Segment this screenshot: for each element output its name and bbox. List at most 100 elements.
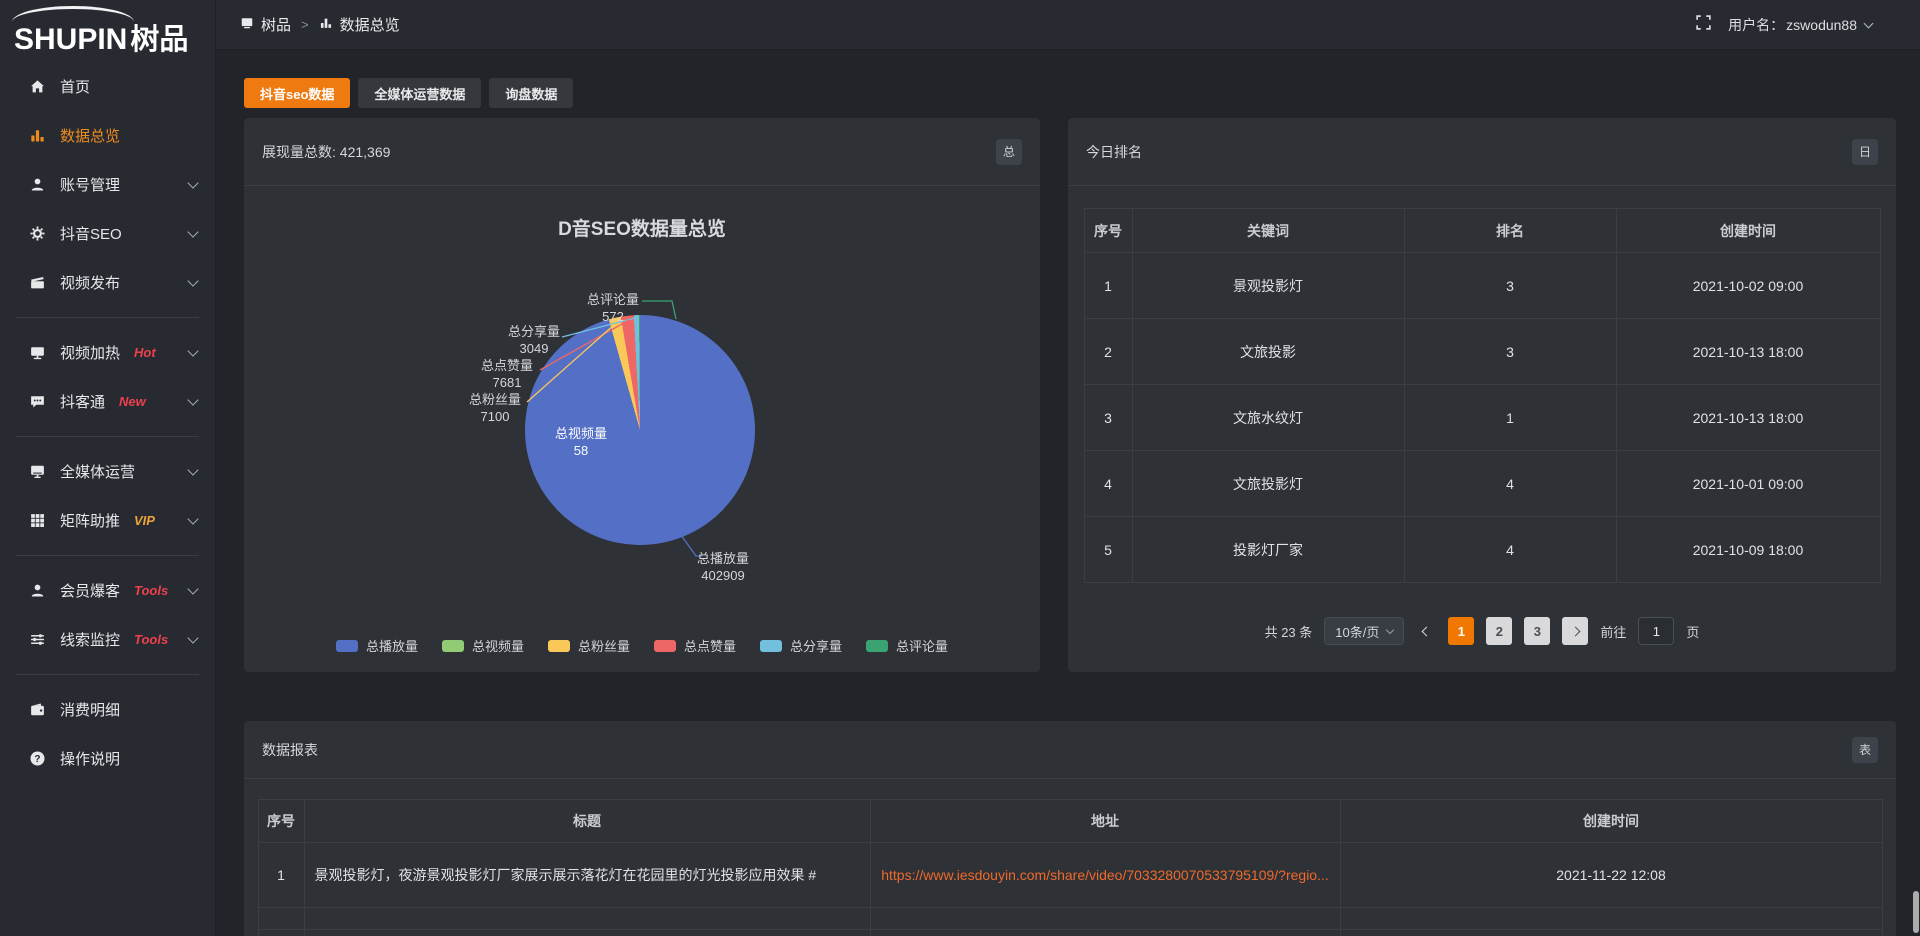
- next-page-button[interactable]: [1562, 617, 1588, 645]
- sidebar-item-video-publish[interactable]: 视频发布: [0, 258, 215, 307]
- table-row: 1 景观投影灯，夜游景观投影灯厂家展示展示落花灯在花园里的灯光投影应用效果 # …: [258, 843, 1882, 908]
- chevron-left-icon: [1421, 626, 1431, 636]
- column-header: 标题: [304, 800, 870, 843]
- overview-total-title: 展现量总数: 421,369: [262, 142, 390, 162]
- legend-item[interactable]: 总播放量: [336, 636, 418, 655]
- home-icon: [28, 78, 46, 96]
- legend-item[interactable]: 总评论量: [866, 636, 948, 655]
- sidebar-item-help[interactable]: ? 操作说明: [0, 734, 215, 783]
- app-root: SHUPIN树品 首页 数据总览 账号管理 抖音SEO: [0, 0, 1920, 936]
- sidebar-item-clue-monitor[interactable]: 线索监控 Tools: [0, 615, 215, 664]
- legend-item[interactable]: 总粉丝量: [548, 636, 630, 655]
- table-row: 4 文旅投影灯 4 2021-10-01 09:00: [1084, 451, 1880, 517]
- table-cell: 文旅水纹灯: [1132, 385, 1404, 451]
- sidebar-item-label: 全媒体运营: [60, 461, 135, 482]
- data-report-card: 数据报表 表 序号 标题 地址 创建时间: [244, 721, 1896, 936]
- chevron-down-icon: [1864, 18, 1874, 28]
- tab-omnimedia-data[interactable]: 全媒体运营数据: [358, 78, 481, 108]
- table-cell: 1: [1084, 253, 1132, 319]
- sidebar-item-data-overview[interactable]: 数据总览: [0, 111, 215, 160]
- logo-text-cn: 树品: [130, 24, 188, 56]
- data-tabs: 抖音seo数据 全媒体运营数据 询盘数据: [244, 78, 1896, 108]
- breadcrumb-item-shupin[interactable]: 树品: [240, 14, 291, 35]
- pie-label-plays: 总播放量402909: [697, 550, 749, 584]
- table-cell: 1: [1404, 385, 1616, 451]
- pie-label-videos: 总视频量58: [555, 425, 607, 459]
- page-button-1[interactable]: 1: [1448, 617, 1474, 645]
- table-cell: 2021-11-22 12:08: [1340, 843, 1882, 908]
- total-badge-button[interactable]: 总: [996, 139, 1022, 165]
- sidebar-item-label: 矩阵助推: [60, 510, 120, 531]
- bar-chart-icon: [28, 127, 46, 145]
- video-title-cell: 景观投影灯，夜游景观投影灯厂家展示展示落花灯在花园里的灯光投影应用效果 #: [304, 843, 870, 908]
- table-cell: 2021-10-09 18:00: [1616, 517, 1880, 583]
- sidebar-item-douketong[interactable]: 抖客通 New: [0, 377, 215, 426]
- table-row: 1 景观投影灯 3 2021-10-02 09:00: [1084, 253, 1880, 319]
- breadcrumb-label: 树品: [261, 14, 291, 35]
- sidebar-item-label: 消费明细: [60, 699, 120, 720]
- column-header: 地址: [870, 800, 1340, 843]
- sidebar-item-video-heat[interactable]: 视频加热 Hot: [0, 328, 215, 377]
- legend-item[interactable]: 总分享量: [760, 636, 842, 655]
- prev-page-button[interactable]: [1416, 617, 1436, 645]
- sidebar-item-douyin-seo[interactable]: 抖音SEO: [0, 209, 215, 258]
- new-badge: New: [119, 394, 146, 409]
- ranking-card-title: 今日排名: [1086, 142, 1142, 162]
- table-cell: 2021-10-13 18:00: [1616, 385, 1880, 451]
- page-button-3[interactable]: 3: [1524, 617, 1550, 645]
- table-header-row: 序号 标题 地址 创建时间: [258, 800, 1882, 843]
- chevron-down-icon: [187, 177, 198, 188]
- legend-item[interactable]: 总点赞量: [654, 636, 736, 655]
- today-ranking-card: 今日排名 日 序号 关键词 排名 创建时间: [1068, 118, 1896, 672]
- legend-item[interactable]: 总视频量: [442, 636, 524, 655]
- logo-arc-decoration: [12, 6, 134, 22]
- table-row: [258, 908, 1882, 930]
- grid-icon: [28, 512, 46, 530]
- sidebar-item-label: 操作说明: [60, 748, 120, 769]
- user-menu[interactable]: 用户名：zswodun88: [1728, 15, 1872, 35]
- tab-inquiry-data[interactable]: 询盘数据: [489, 78, 573, 108]
- monitor-icon: [28, 463, 46, 481]
- topbar-right: 用户名：zswodun88: [1695, 14, 1872, 36]
- goto-page-input[interactable]: [1638, 617, 1674, 645]
- breadcrumb-label: 数据总览: [340, 14, 400, 35]
- tools-badge: Tools: [134, 632, 168, 647]
- wallet-icon: [28, 701, 46, 719]
- table-badge-button[interactable]: 表: [1852, 737, 1878, 763]
- sidebar-item-matrix-boost[interactable]: 矩阵助推 VIP: [0, 496, 215, 545]
- page-size-select[interactable]: 10条/页: [1324, 617, 1404, 645]
- legend-swatch: [548, 640, 570, 652]
- question-icon: ?: [28, 750, 46, 768]
- report-table: 序号 标题 地址 创建时间 1 景观投影灯，夜游景观投影灯厂家展示展示落花灯在花…: [258, 799, 1883, 936]
- chevron-down-icon: [187, 513, 198, 524]
- fullscreen-icon[interactable]: [1695, 14, 1712, 36]
- chart-title: D音SEO数据量总览: [244, 214, 1040, 241]
- sidebar-item-home[interactable]: 首页: [0, 62, 215, 111]
- tv-icon: [28, 344, 46, 362]
- top-row: 展现量总数: 421,369 总 D音SEO数据量总览 总评论量572: [244, 118, 1896, 672]
- member-icon: [28, 582, 46, 600]
- sidebar-item-account[interactable]: 账号管理: [0, 160, 215, 209]
- table-cell: 2: [1084, 319, 1132, 385]
- tab-douyin-seo-data[interactable]: 抖音seo数据: [244, 78, 350, 108]
- column-header: 序号: [1084, 209, 1132, 253]
- table-cell: 2021-10-13 18:00: [1616, 319, 1880, 385]
- column-header: 创建时间: [1616, 209, 1880, 253]
- sidebar-item-label: 视频发布: [60, 272, 120, 293]
- day-badge-button[interactable]: 日: [1852, 139, 1878, 165]
- table-header-row: 序号 关键词 排名 创建时间: [1084, 209, 1880, 253]
- sidebar-item-label: 抖音SEO: [60, 223, 122, 244]
- video-url-link[interactable]: https://www.iesdouyin.com/share/video/70…: [870, 843, 1340, 908]
- sidebar-item-omnimedia[interactable]: 全媒体运营: [0, 447, 215, 496]
- table-cell: 文旅投影灯: [1132, 451, 1404, 517]
- column-header: 关键词: [1132, 209, 1404, 253]
- board-icon: [240, 16, 254, 34]
- sidebar-item-member-baoke[interactable]: 会员爆客 Tools: [0, 566, 215, 615]
- page-button-2[interactable]: 2: [1486, 617, 1512, 645]
- brand-logo: SHUPIN树品: [0, 0, 215, 62]
- breadcrumb-item-data-overview[interactable]: 数据总览: [319, 14, 400, 35]
- scrollbar-thumb[interactable]: [1913, 891, 1919, 933]
- overview-card-header: 展现量总数: 421,369 总: [244, 118, 1040, 186]
- sidebar-item-expense-detail[interactable]: 消费明细: [0, 685, 215, 734]
- breadcrumb-separator: >: [301, 17, 309, 32]
